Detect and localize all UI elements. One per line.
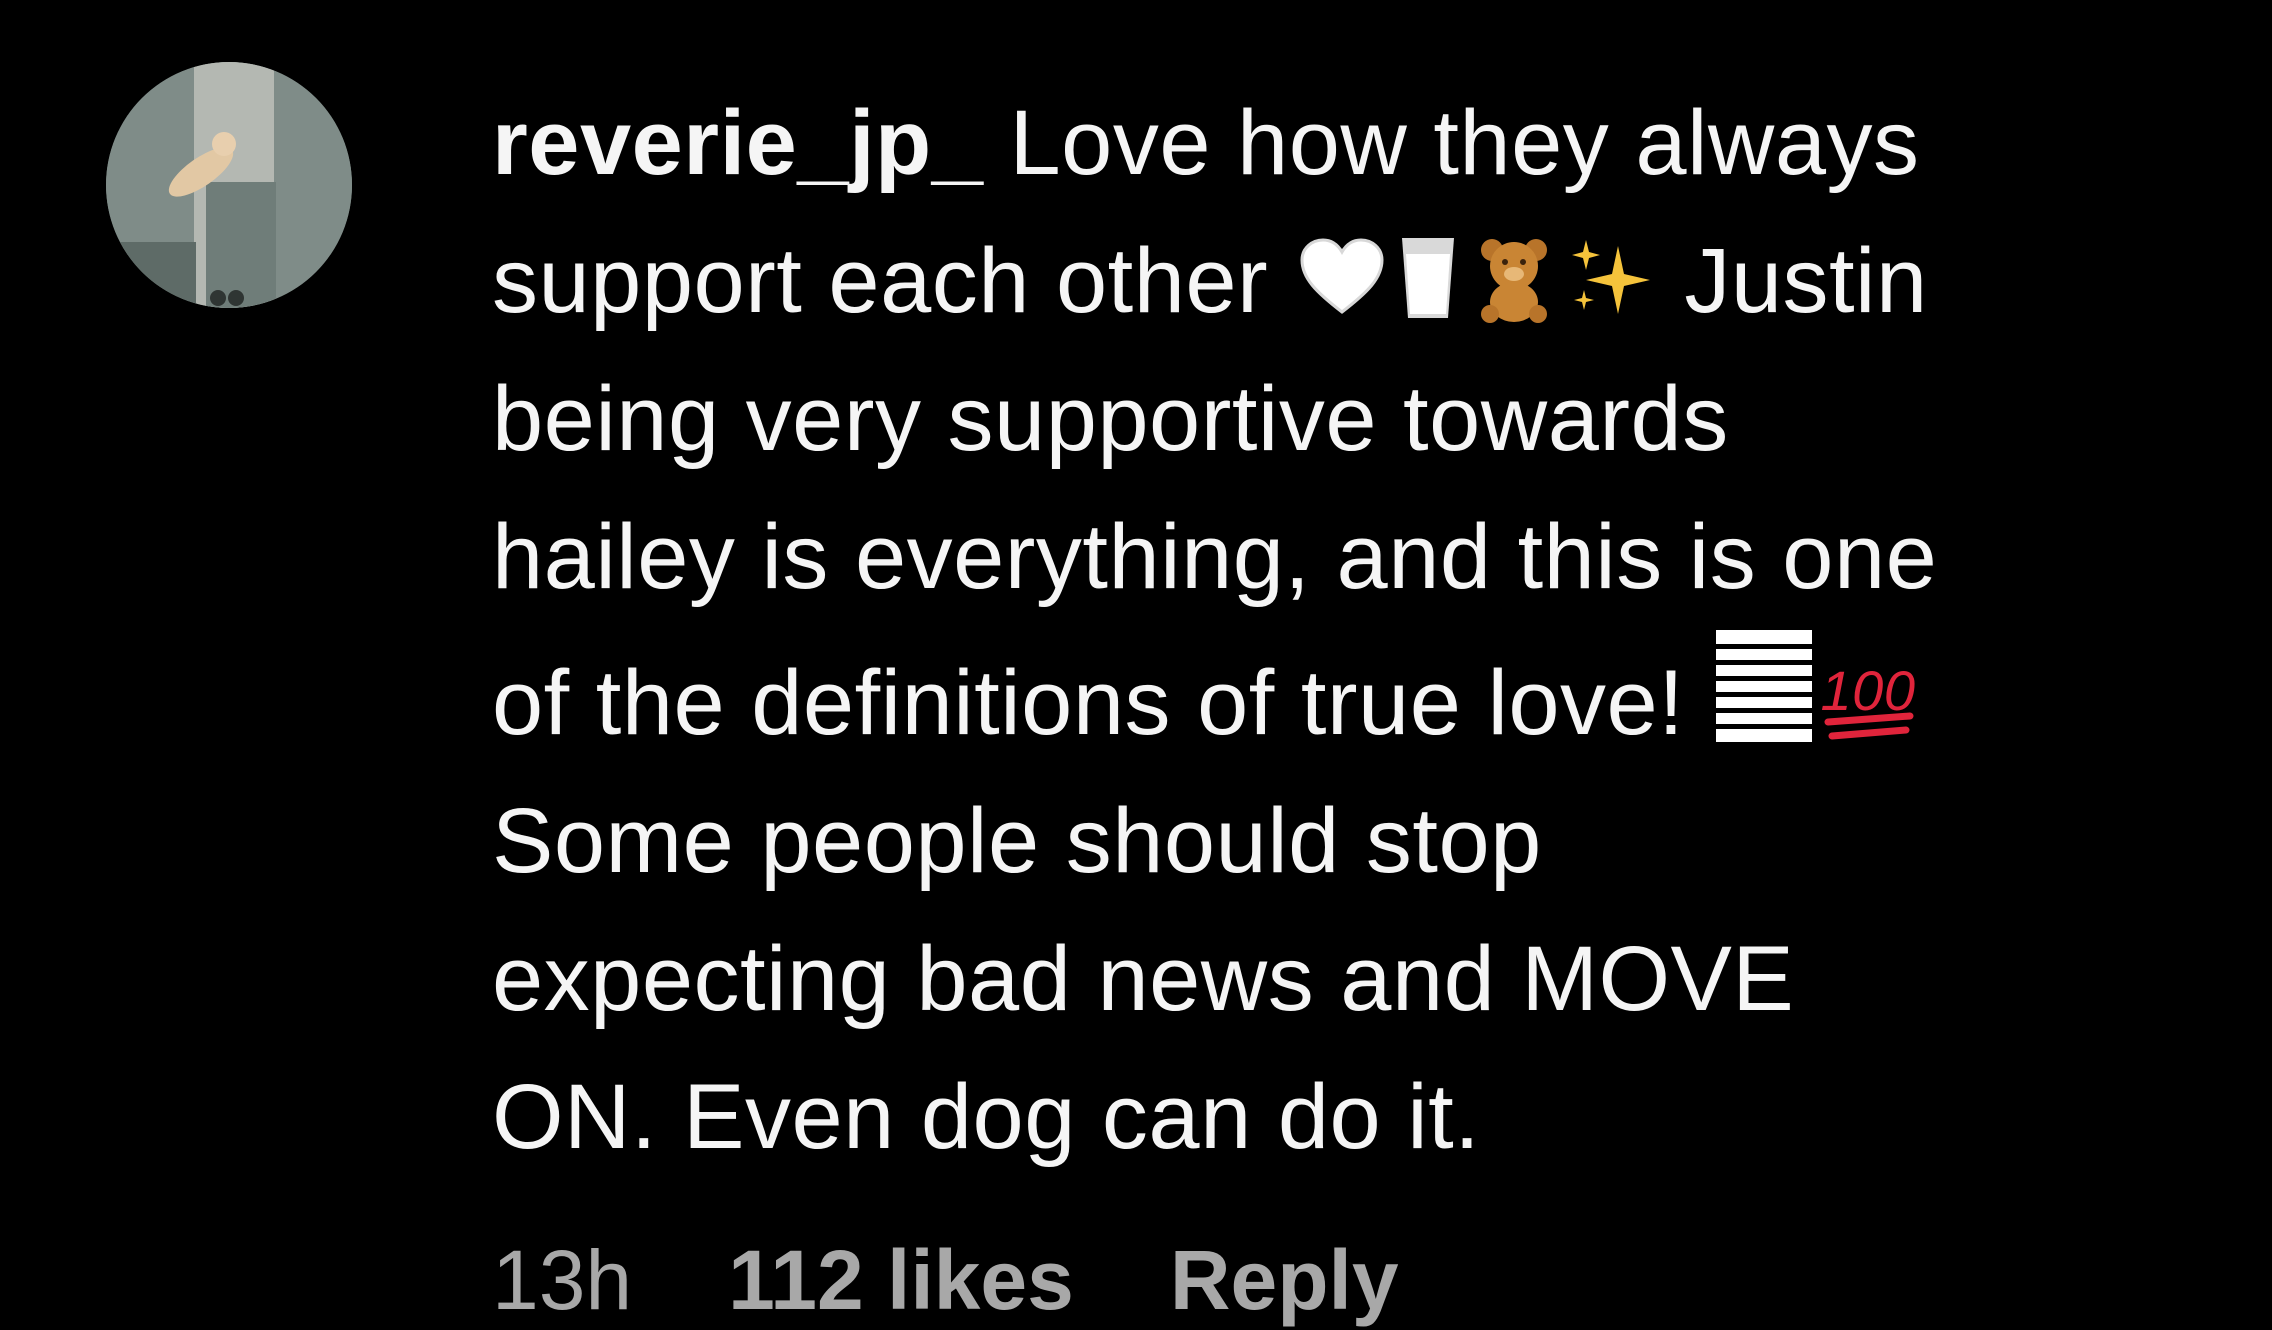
comment-text-segment: Justin — [1684, 230, 1928, 332]
comment: reverie_jp_ Love how they always support… — [0, 0, 2272, 1327]
comment-line-4: hailey is everything, and this is one — [492, 488, 2252, 626]
comment-meta: 13h 112 likes Reply — [492, 1230, 1495, 1330]
user-avatar[interactable] — [106, 62, 352, 308]
likes-count-link[interactable]: 112 likes — [728, 1230, 1074, 1330]
comment-text-segment: support each other — [492, 230, 1269, 332]
comment-text-segment: being very supportive towards — [492, 368, 1729, 470]
hundred-points-text: 100 — [1821, 659, 1916, 722]
comment-line-6: Some people should stop — [492, 772, 2252, 910]
comment-line-7: expecting bad news and MOVE — [492, 910, 2252, 1048]
sparkles-emoji — [1564, 232, 1656, 324]
hundred-points-emoji: 100 — [1820, 642, 1916, 746]
comment-line-5: of the definitions of true love! 100 — [492, 626, 2252, 772]
comment-line-1: reverie_jp_ Love how they always — [492, 74, 2252, 212]
books-stack-emoji — [1712, 626, 1816, 746]
comment-line-3: being very supportive towards — [492, 350, 2252, 488]
avatar-photo-icon — [106, 62, 352, 308]
comment-text-segment: of the definitions of true love! — [492, 652, 1685, 754]
comment-text-segment: Love how they always — [1009, 92, 1920, 194]
glass-of-milk-emoji — [1392, 232, 1464, 324]
reply-button[interactable]: Reply — [1170, 1230, 1399, 1330]
comment-text-segment: hailey is everything, and this is one — [492, 506, 1938, 608]
username-link[interactable]: reverie_jp_ — [492, 92, 983, 194]
teddy-bear-emoji — [1468, 232, 1560, 324]
comment-text: reverie_jp_ Love how they always support… — [492, 74, 2252, 1186]
comment-line-8: ON. Even dog can do it. — [492, 1048, 2252, 1186]
comment-text-segment: expecting bad news and MOVE — [492, 928, 1795, 1030]
comment-line-2: support each other Justin — [492, 212, 2252, 350]
comment-body: reverie_jp_ Love how they always support… — [492, 74, 2252, 1186]
comment-timestamp[interactable]: 13h — [492, 1230, 632, 1330]
comment-text-segment: Some people should stop — [492, 790, 1542, 892]
comment-text-segment: ON. Even dog can do it. — [492, 1066, 1481, 1168]
white-heart-emoji — [1296, 232, 1388, 324]
